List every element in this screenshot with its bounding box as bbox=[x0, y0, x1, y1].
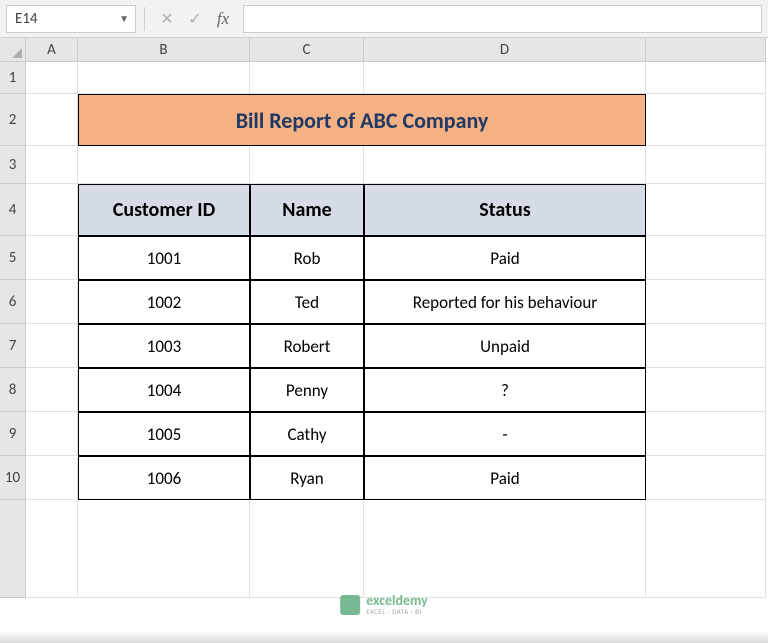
formula-input[interactable] bbox=[243, 5, 762, 33]
cell-B3[interactable] bbox=[78, 146, 250, 184]
select-all-corner[interactable] bbox=[0, 38, 26, 62]
row-header-2[interactable]: 2 bbox=[0, 94, 26, 146]
cell-A1[interactable] bbox=[26, 62, 78, 94]
name-box-value: E14 bbox=[15, 10, 38, 28]
column-header-blank[interactable] bbox=[646, 38, 766, 62]
data-name-1002[interactable]: Ted bbox=[250, 280, 364, 324]
row-header-4[interactable]: 4 bbox=[0, 184, 26, 236]
data-name-1006[interactable]: Ryan bbox=[250, 456, 364, 500]
row-header-9[interactable]: 9 bbox=[0, 412, 26, 456]
cell-E6[interactable] bbox=[646, 280, 766, 324]
name-box[interactable]: E14 ▼ bbox=[6, 5, 136, 33]
cell-D1[interactable] bbox=[364, 62, 646, 94]
column-header-A[interactable]: A bbox=[26, 38, 78, 62]
column-header-D[interactable]: D bbox=[364, 38, 646, 62]
cell-E8[interactable] bbox=[646, 368, 766, 412]
row-header-10[interactable]: 10 bbox=[0, 456, 26, 500]
cell-A7[interactable] bbox=[26, 324, 78, 368]
data-id-1006[interactable]: 1006 bbox=[78, 456, 250, 500]
cell-D3[interactable] bbox=[364, 146, 646, 184]
cell-A6[interactable] bbox=[26, 280, 78, 324]
fx-icon[interactable]: fx bbox=[209, 5, 237, 33]
cell-E7[interactable] bbox=[646, 324, 766, 368]
cell-C11[interactable] bbox=[250, 500, 364, 598]
data-name-1004[interactable]: Penny bbox=[250, 368, 364, 412]
data-status-1005[interactable]: - bbox=[364, 412, 646, 456]
cell-C3[interactable] bbox=[250, 146, 364, 184]
cell-A10[interactable] bbox=[26, 456, 78, 500]
divider bbox=[144, 7, 145, 31]
data-name-1003[interactable]: Robert bbox=[250, 324, 364, 368]
cells-container: Bill Report of ABC Company Customer IDNam… bbox=[26, 62, 766, 598]
header-customer-id[interactable]: Customer ID bbox=[78, 184, 250, 236]
cell-C1[interactable] bbox=[250, 62, 364, 94]
row-header-5[interactable]: 5 bbox=[0, 236, 26, 280]
watermark-tag: EXCEL · DATA · BI bbox=[366, 608, 428, 615]
row-header-7[interactable]: 7 bbox=[0, 324, 26, 368]
row-header-blank[interactable] bbox=[0, 500, 26, 598]
data-name-1005[interactable]: Cathy bbox=[250, 412, 364, 456]
row-header-3[interactable]: 3 bbox=[0, 146, 26, 184]
cell-E5[interactable] bbox=[646, 236, 766, 280]
column-header-B[interactable]: B bbox=[78, 38, 250, 62]
data-status-1006[interactable]: Paid bbox=[364, 456, 646, 500]
data-status-1003[interactable]: Unpaid bbox=[364, 324, 646, 368]
header-name[interactable]: Name bbox=[250, 184, 364, 236]
watermark-brand: exceldemy bbox=[366, 594, 428, 608]
cell-A5[interactable] bbox=[26, 236, 78, 280]
cell-B11[interactable] bbox=[78, 500, 250, 598]
cell-A4[interactable] bbox=[26, 184, 78, 236]
column-header-C[interactable]: C bbox=[250, 38, 364, 62]
watermark-text: exceldemy EXCEL · DATA · BI bbox=[366, 594, 428, 615]
cell-A8[interactable] bbox=[26, 368, 78, 412]
cell-E9[interactable] bbox=[646, 412, 766, 456]
data-id-1003[interactable]: 1003 bbox=[78, 324, 250, 368]
row-header-1[interactable]: 1 bbox=[0, 62, 26, 94]
cancel-icon: ✕ bbox=[153, 5, 181, 33]
data-status-1004[interactable]: ? bbox=[364, 368, 646, 412]
data-name-1001[interactable]: Rob bbox=[250, 236, 364, 280]
header-status[interactable]: Status bbox=[364, 184, 646, 236]
data-status-1002[interactable]: Reported for his behaviour bbox=[364, 280, 646, 324]
data-id-1004[interactable]: 1004 bbox=[78, 368, 250, 412]
row-header-8[interactable]: 8 bbox=[0, 368, 26, 412]
watermark: exceldemy EXCEL · DATA · BI bbox=[340, 594, 428, 615]
cell-E1[interactable] bbox=[646, 62, 766, 94]
cell-E2[interactable] bbox=[646, 94, 766, 146]
row-header-6[interactable]: 6 bbox=[0, 280, 26, 324]
watermark-logo-icon bbox=[340, 595, 360, 615]
data-id-1005[interactable]: 1005 bbox=[78, 412, 250, 456]
cell-E4[interactable] bbox=[646, 184, 766, 236]
column-headers: ABCD bbox=[26, 38, 766, 62]
cell-A3[interactable] bbox=[26, 146, 78, 184]
cell-E3[interactable] bbox=[646, 146, 766, 184]
name-box-dropdown-icon[interactable]: ▼ bbox=[119, 12, 135, 25]
cell-A9[interactable] bbox=[26, 412, 78, 456]
cell-B1[interactable] bbox=[78, 62, 250, 94]
cell-E10[interactable] bbox=[646, 456, 766, 500]
formula-bar: E14 ▼ ✕ ✓ fx bbox=[0, 0, 768, 38]
data-status-1001[interactable]: Paid bbox=[364, 236, 646, 280]
cell-A11[interactable] bbox=[26, 500, 78, 598]
cell-E11[interactable] bbox=[646, 500, 766, 598]
row-headers: 12345678910 bbox=[0, 62, 26, 598]
confirm-icon: ✓ bbox=[181, 5, 209, 33]
data-id-1002[interactable]: 1002 bbox=[78, 280, 250, 324]
data-id-1001[interactable]: 1001 bbox=[78, 236, 250, 280]
cell-D11[interactable] bbox=[364, 500, 646, 598]
cell-A2[interactable] bbox=[26, 94, 78, 146]
title-cell[interactable]: Bill Report of ABC Company bbox=[78, 94, 646, 146]
bottom-shadow bbox=[0, 631, 768, 643]
